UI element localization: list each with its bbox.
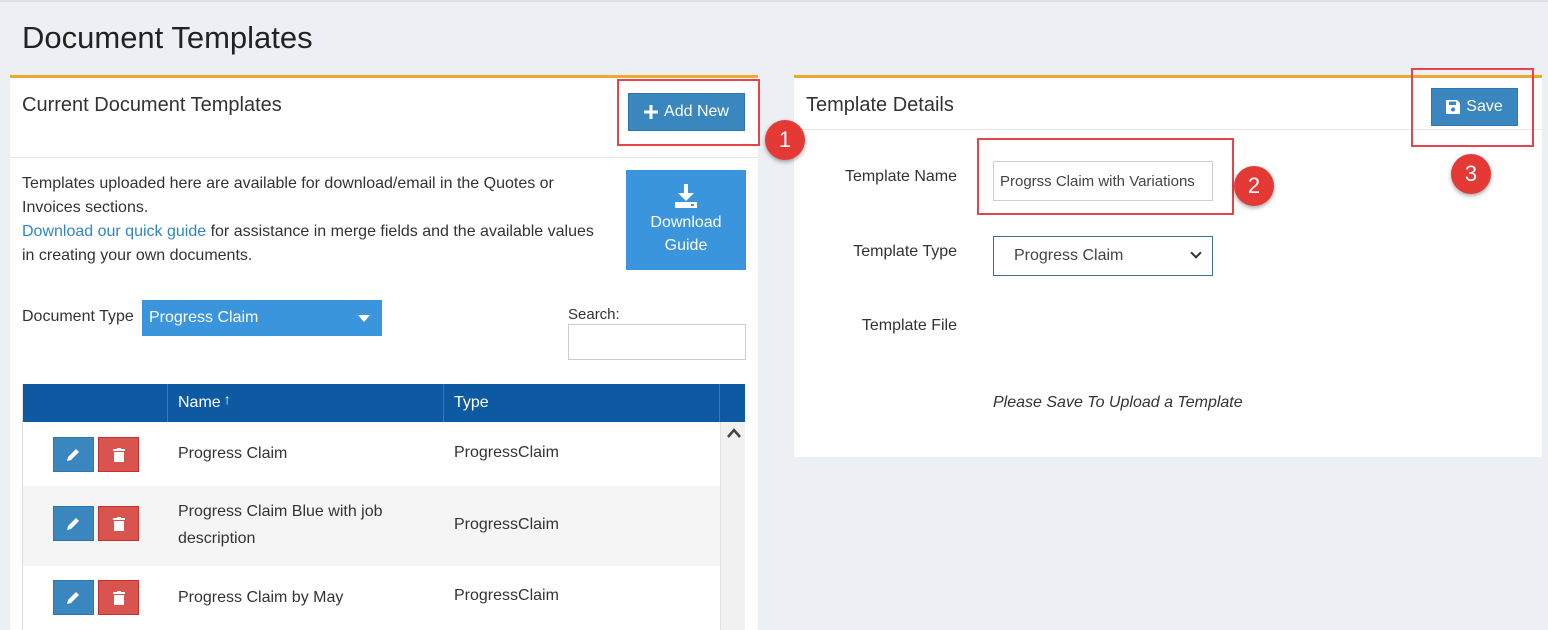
template-name-input[interactable]: Progrss Claim with Variations: [993, 161, 1213, 201]
document-type-select[interactable]: Progress Claim: [142, 300, 382, 336]
table-scrollbar[interactable]: [720, 422, 745, 630]
templates-table: Name ↑ Type Progress Claim ProgressClaim: [22, 384, 745, 630]
search-label: Search:: [568, 306, 620, 323]
edit-button[interactable]: [53, 506, 94, 541]
pencil-icon: [67, 518, 79, 530]
download-guide-label-1: Download: [650, 214, 722, 231]
delete-button[interactable]: [98, 437, 139, 472]
pencil-icon: [67, 449, 79, 461]
template-type-value: Progress Claim: [1014, 247, 1124, 264]
delete-button[interactable]: [98, 506, 139, 541]
table-row: Progress Claim ProgressClaim: [23, 422, 720, 486]
add-new-button[interactable]: Add New: [628, 93, 745, 131]
download-guide-button[interactable]: Download Guide: [626, 170, 746, 270]
trash-icon: [112, 516, 125, 531]
row-name: Progress Claim: [178, 445, 288, 462]
row-type: ProgressClaim: [454, 444, 559, 461]
plus-icon: [644, 105, 659, 119]
template-name-label: Template Name: [844, 168, 957, 185]
header-actions: [23, 384, 168, 422]
intro-text-1: Templates uploaded here are available fo…: [22, 175, 554, 216]
document-type-value: Progress Claim: [149, 309, 259, 326]
delete-button[interactable]: [98, 580, 139, 615]
step-1-badge: 1: [765, 120, 805, 160]
page-title: Document Templates: [22, 20, 313, 55]
current-templates-title: Current Document Templates: [22, 94, 282, 116]
row-actions: [53, 580, 139, 615]
header-scroll-spacer: [720, 384, 745, 422]
download-icon: [675, 184, 697, 208]
template-file-label: Template File: [861, 317, 957, 334]
table-row: Progress Claim Blue with job description…: [23, 486, 720, 566]
trash-icon: [112, 590, 125, 605]
chevron-down-icon: [1190, 247, 1202, 259]
caret-down-icon: [358, 315, 370, 322]
template-details-panel: Template Details Save Template Name Prog…: [794, 75, 1542, 457]
row-type: ProgressClaim: [454, 587, 559, 604]
header-name-label: Name: [178, 394, 221, 411]
row-actions: [53, 506, 139, 541]
row-actions: [53, 437, 139, 472]
template-details-header: Template Details Save: [794, 78, 1542, 130]
current-templates-panel: Current Document Templates Add New Templ…: [10, 75, 758, 630]
upload-note: Please Save To Upload a Template: [993, 394, 1243, 411]
save-button[interactable]: Save: [1431, 88, 1518, 126]
table-row: Progress Claim by May ProgressClaim: [23, 566, 720, 630]
step-2-badge: 2: [1234, 166, 1274, 206]
table-header: Name ↑ Type: [23, 384, 745, 422]
template-type-select[interactable]: Progress Claim: [993, 236, 1213, 276]
edit-button[interactable]: [53, 580, 94, 615]
template-type-label: Template Type: [853, 243, 957, 260]
add-new-label: Add New: [664, 103, 729, 120]
sort-ascending-icon: ↑: [223, 391, 231, 407]
chevron-up-icon[interactable]: [727, 428, 741, 438]
header-type[interactable]: Type: [444, 384, 720, 422]
current-templates-header: Current Document Templates Add New: [10, 78, 758, 158]
step-3-badge: 3: [1451, 154, 1491, 194]
search-input[interactable]: [568, 324, 746, 360]
row-type: ProgressClaim: [454, 516, 559, 533]
download-guide-link[interactable]: Download our quick guide: [22, 223, 206, 240]
pencil-icon: [67, 592, 79, 604]
header-name[interactable]: Name ↑: [168, 384, 444, 422]
download-guide-label-2: Guide: [664, 237, 708, 254]
row-name: Progress Claim Blue with job description: [178, 503, 383, 547]
intro-text: Templates uploaded here are available fo…: [22, 172, 602, 268]
save-label: Save: [1466, 98, 1503, 115]
row-name: Progress Claim by May: [178, 589, 344, 606]
floppy-disk-icon: [1446, 100, 1461, 114]
edit-button[interactable]: [53, 437, 94, 472]
document-type-label: Document Type: [22, 308, 134, 325]
trash-icon: [112, 447, 125, 462]
template-details-title: Template Details: [806, 94, 954, 116]
